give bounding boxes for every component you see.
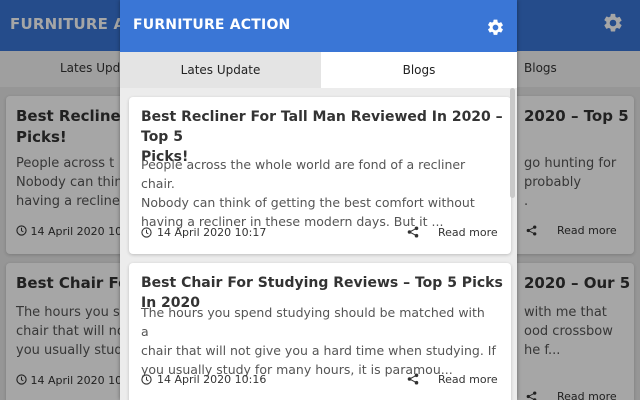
post-list[interactable]: Best Recliner For Tall Man Reviewed In 2… bbox=[120, 88, 517, 400]
clock-icon bbox=[141, 227, 152, 238]
scrollbar-thumb[interactable] bbox=[510, 88, 515, 198]
clock-icon bbox=[141, 374, 152, 385]
post-excerpt-line: The hours you spend studying should be m… bbox=[141, 305, 485, 339]
app-title: FURNITURE ACTION bbox=[133, 17, 291, 33]
share-icon[interactable] bbox=[407, 226, 419, 238]
post-title-line: Best Recliner For Tall Man Reviewed In 2… bbox=[141, 109, 503, 145]
share-icon[interactable] bbox=[407, 373, 419, 385]
post-date: 14 April 2020 10:16 bbox=[141, 373, 266, 386]
post-excerpt: The hours you spend studying should be m… bbox=[141, 303, 496, 379]
tab-bar: Lates Update Blogs bbox=[120, 52, 517, 88]
post-date-text: 14 April 2020 10:16 bbox=[157, 373, 267, 386]
post-excerpt: People across the whole world are fond o… bbox=[141, 155, 496, 231]
list-item[interactable]: Best Recliner For Tall Man Reviewed In 2… bbox=[129, 97, 511, 254]
gear-icon[interactable] bbox=[486, 18, 505, 37]
list-item[interactable]: Best Chair For Studying Reviews – Top 5 … bbox=[129, 263, 511, 400]
post-date-text: 14 April 2020 10:17 bbox=[157, 226, 267, 239]
popup-header: FURNITURE ACTION bbox=[120, 0, 517, 52]
tab-latest-update[interactable]: Lates Update bbox=[120, 52, 321, 88]
post-excerpt-line: chair that will not give you a hard time… bbox=[141, 343, 496, 358]
post-excerpt-line: Nobody can think of getting the best com… bbox=[141, 195, 475, 210]
read-more-link[interactable]: Read more bbox=[438, 226, 498, 239]
post-date: 14 April 2020 10:17 bbox=[141, 226, 266, 239]
read-more-link[interactable]: Read more bbox=[438, 373, 498, 386]
tab-blogs[interactable]: Blogs bbox=[321, 52, 517, 88]
extension-popup: FURNITURE ACTION Lates Update Blogs Best… bbox=[120, 0, 517, 400]
post-excerpt-line: People across the whole world are fond o… bbox=[141, 157, 466, 191]
